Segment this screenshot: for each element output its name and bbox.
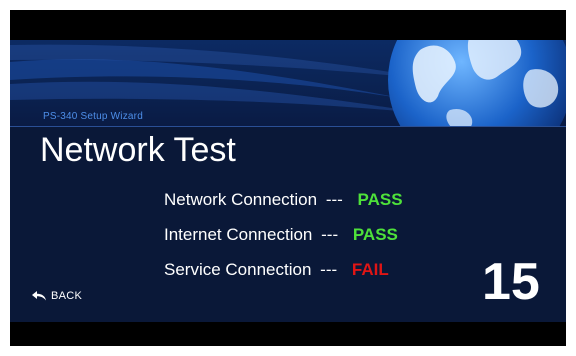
header-banner: PS-340 Setup Wizard xyxy=(10,40,566,126)
header-divider xyxy=(10,126,566,127)
result-separator: --- xyxy=(320,260,338,279)
page-title: Network Test xyxy=(40,131,236,169)
wizard-title: PS-340 Setup Wizard xyxy=(43,111,143,122)
back-label: BACK xyxy=(51,290,83,302)
result-label: Service Connection xyxy=(164,260,312,279)
result-label: Network Connection xyxy=(164,190,318,209)
status-pass: PASS xyxy=(352,225,398,244)
wizard-screen: PS-340 Setup Wizard Network Test Network… xyxy=(10,40,566,322)
result-label: Internet Connection xyxy=(164,225,313,244)
result-separator: --- xyxy=(325,190,343,209)
result-row-service: Service Connection --- FAIL xyxy=(164,260,389,280)
status-fail: FAIL xyxy=(351,260,389,279)
status-pass: PASS xyxy=(357,190,403,209)
tv-frame: PS-340 Setup Wizard Network Test Network… xyxy=(10,10,566,346)
result-row-internet: Internet Connection --- PASS xyxy=(164,225,398,245)
result-separator: --- xyxy=(321,225,339,244)
result-row-network: Network Connection --- PASS xyxy=(164,190,403,210)
back-button[interactable]: BACK xyxy=(31,290,82,302)
back-arrow-icon xyxy=(32,291,46,301)
countdown-timer: 15 xyxy=(482,253,540,311)
globe-image xyxy=(388,40,566,126)
